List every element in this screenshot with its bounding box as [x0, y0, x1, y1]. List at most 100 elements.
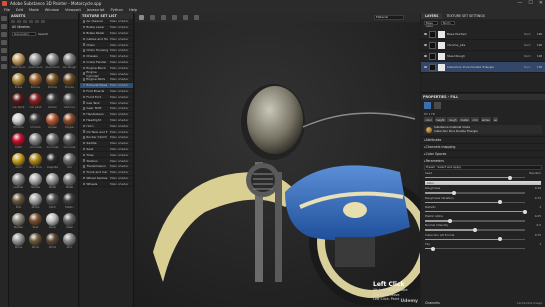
- layer-row[interactable]: Base Painted Norm 100: [421, 29, 545, 40]
- menu-help[interactable]: Help: [129, 8, 137, 12]
- screenshot-icon[interactable]: [194, 15, 199, 20]
- visibility-checkbox[interactable]: [83, 101, 86, 104]
- visibility-checkbox[interactable]: [83, 20, 86, 23]
- visibility-checkbox[interactable]: [83, 141, 86, 145]
- asset-thumbnail[interactable]: Metal: [45, 173, 60, 189]
- asset-thumbnail[interactable]: Rust: [28, 213, 43, 229]
- shader-name[interactable]: Main shader: [110, 60, 132, 64]
- layer-opacity[interactable]: 100: [537, 66, 542, 69]
- shader-name[interactable]: Main shader: [110, 54, 132, 58]
- asset-thumbnail[interactable]: Concrete: [45, 133, 60, 149]
- asset-thumbnail[interactable]: Cloth: [11, 133, 26, 149]
- channel-chip[interactable]: nrm: [471, 116, 480, 123]
- visibility-checkbox[interactable]: [83, 72, 86, 75]
- asset-thumbnail[interactable]: Paint: [45, 193, 60, 209]
- smudge-icon[interactable]: [1, 48, 7, 53]
- parameter-slider[interactable]: Metallic 1: [421, 205, 545, 214]
- asset-thumbnail[interactable]: Aluminium: [45, 53, 60, 69]
- slider-handle[interactable]: [452, 191, 456, 195]
- eye-icon[interactable]: [424, 55, 427, 57]
- layer-mask-thumbnail[interactable]: [438, 30, 445, 38]
- channel-chip[interactable]: ao: [492, 116, 499, 123]
- layer-blend-mode[interactable]: Norm: [524, 55, 531, 58]
- parameter-value[interactable]: Random: [529, 171, 541, 175]
- visibility-checkbox[interactable]: [83, 136, 86, 139]
- asset-thumbnail[interactable]: Car paint: [28, 93, 43, 109]
- material-slot[interactable]: Substance material mode Cabochon Pure Do…: [424, 125, 542, 134]
- shader-name[interactable]: Main shader: [110, 124, 132, 128]
- visibility-checkbox[interactable]: [83, 54, 86, 58]
- asset-thumbnail[interactable]: Gold: [11, 153, 26, 169]
- menu-edit[interactable]: Edit: [16, 8, 23, 12]
- visibility-checkbox[interactable]: [83, 31, 86, 35]
- parameter-slider[interactable]: Seed Random: [421, 171, 545, 180]
- slider-handle[interactable]: [523, 209, 527, 214]
- shader-name[interactable]: Main shader: [110, 101, 132, 105]
- asset-thumbnail[interactable]: Chrome: [28, 113, 43, 129]
- channels-section[interactable]: Channels: [425, 301, 440, 305]
- shader-name[interactable]: Main shader: [110, 66, 132, 70]
- layer-blend-mode[interactable]: Norm: [524, 44, 531, 47]
- layer-mask-thumbnail[interactable]: [438, 41, 445, 49]
- projection-icon[interactable]: [1, 32, 7, 37]
- parameter-value[interactable]: 1: [539, 242, 541, 246]
- render-icon[interactable]: [183, 15, 188, 20]
- perspective-icon[interactable]: [139, 15, 144, 20]
- slider-handle[interactable]: [448, 218, 452, 223]
- layer-blend-mode[interactable]: Norm: [524, 66, 531, 69]
- visibility-checkbox[interactable]: [83, 89, 86, 93]
- shader-name[interactable]: Main shader: [110, 141, 132, 145]
- 3d-viewport[interactable]: Material Left Click Alt Left Click: Rota…: [135, 13, 420, 307]
- asset-thumbnail[interactable]: Carbon: [45, 93, 60, 109]
- tab-layers[interactable]: LAYERS: [421, 13, 443, 19]
- asset-thumbnail[interactable]: Graphite: [45, 153, 60, 169]
- asset-thumbnail[interactable]: Concrete: [62, 133, 77, 149]
- asset-thumbnail[interactable]: Wood: [28, 233, 43, 249]
- slider-track[interactable]: [425, 218, 525, 223]
- layer-mask-thumbnail[interactable]: [438, 63, 445, 71]
- visibility-checkbox[interactable]: [83, 112, 86, 116]
- filter-icon[interactable]: [23, 20, 27, 23]
- close-button[interactable]: ✕: [539, 0, 543, 7]
- layer-row[interactable]: chrome_pits Norm 100: [421, 40, 545, 51]
- viewport-mode-dropdown[interactable]: Material: [374, 15, 404, 20]
- fill-triplanar-icon[interactable]: [434, 102, 441, 109]
- visibility-checkbox[interactable]: [83, 95, 86, 98]
- parameter-slider[interactable]: Normal Intensity 0.5: [421, 223, 545, 233]
- shader-name[interactable]: Main shader: [110, 89, 132, 93]
- asset-thumbnail[interactable]: Silver: [45, 213, 60, 229]
- visibility-checkbox[interactable]: [83, 107, 86, 110]
- asset-thumbnail[interactable]: Bronze: [62, 73, 77, 89]
- slider-track[interactable]: [425, 191, 525, 195]
- menu-javascript[interactable]: Javascript: [87, 8, 105, 12]
- shader-name[interactable]: Main shader: [110, 31, 132, 35]
- asset-thumbnail[interactable]: Car Paint: [11, 93, 26, 109]
- slider-track[interactable]: [425, 209, 527, 214]
- preset-selector[interactable]: Preset : Select and Apply: [424, 165, 542, 170]
- visibility-checkbox[interactable]: [83, 49, 86, 52]
- layer-mask-thumbnail[interactable]: [438, 52, 445, 60]
- filter-icon[interactable]: [41, 20, 45, 23]
- asset-thumbnail[interactable]: Mud: [11, 193, 26, 209]
- slider-handle[interactable]: [431, 246, 435, 251]
- parameter-value[interactable]: 0.29: [535, 186, 541, 190]
- shader-name[interactable]: Main shader: [110, 106, 132, 110]
- shader-name[interactable]: Main shader: [110, 43, 132, 47]
- menu-python[interactable]: Python: [110, 8, 122, 12]
- camera-icon[interactable]: [161, 15, 166, 20]
- menu-mode[interactable]: Mode: [29, 8, 39, 12]
- slider-handle[interactable]: [508, 175, 512, 180]
- eye-icon[interactable]: [424, 66, 427, 68]
- shader-name[interactable]: Main shader: [110, 182, 132, 186]
- shader-name[interactable]: Main shader: [110, 95, 132, 99]
- asset-thumbnail[interactable]: Steel: [62, 213, 77, 229]
- shader-name[interactable]: Main shader: [110, 83, 132, 87]
- maximize-button[interactable]: ☐: [528, 0, 532, 7]
- visibility-checkbox[interactable]: [83, 147, 86, 151]
- parameter-slider[interactable]: Roughness Variation 0.75: [421, 196, 545, 205]
- asset-thumbnail[interactable]: Gold Pure: [28, 153, 43, 169]
- shader-name[interactable]: Main shader: [110, 48, 132, 52]
- layer-opacity[interactable]: 100: [537, 55, 542, 58]
- material-picker-icon[interactable]: [1, 64, 7, 69]
- layer-row[interactable]: Steel Rough Norm 100: [421, 51, 545, 62]
